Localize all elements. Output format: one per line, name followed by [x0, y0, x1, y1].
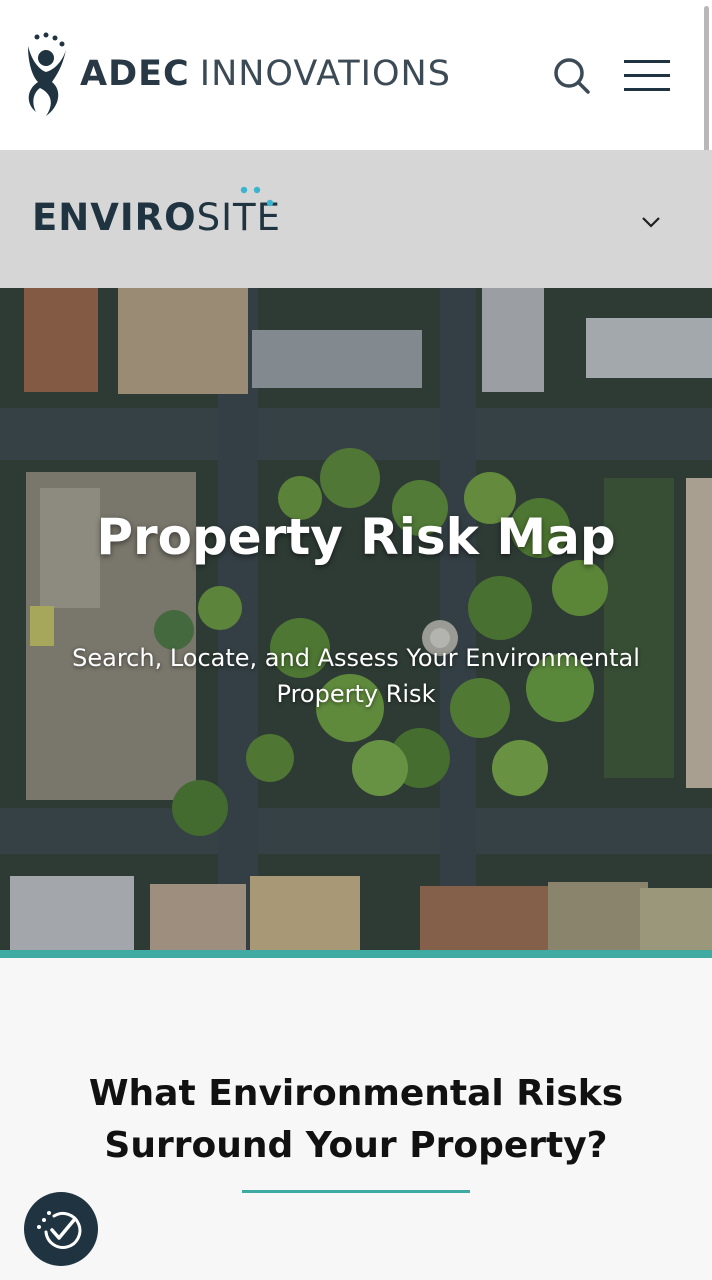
adec-logo-figure-icon[interactable]	[26, 32, 68, 118]
brand-name-bold: ADEC	[80, 54, 190, 94]
chevron-down-icon[interactable]	[640, 214, 662, 230]
search-icon[interactable]	[550, 55, 592, 97]
page-scrollbar[interactable]	[704, 6, 709, 174]
envirosite-logo-bold: ENVIRO	[32, 196, 197, 239]
envirosite-dots-icon	[240, 186, 274, 207]
accessibility-check-icon	[37, 1211, 82, 1249]
brand-name-light: INNOVATIONS	[199, 54, 451, 94]
adec-innovations-logo[interactable]: ADEC INNOVATIONS	[80, 54, 451, 94]
accessibility-widget-button[interactable]	[24, 1192, 98, 1266]
hero-banner	[0, 288, 712, 950]
section-heading: What Environmental Risks Surround Your P…	[88, 1073, 624, 1166]
hamburger-menu-icon[interactable]	[622, 57, 672, 95]
heading-underline	[242, 1190, 470, 1193]
hero-title: Property Risk Map	[96, 508, 616, 566]
hero-subtitle: Search, Locate, and Assess Your Environm…	[72, 644, 640, 708]
site-header: ADEC INNOVATIONS	[0, 0, 712, 174]
hero-accent-bar	[0, 950, 712, 958]
hero-overlay	[0, 288, 712, 950]
